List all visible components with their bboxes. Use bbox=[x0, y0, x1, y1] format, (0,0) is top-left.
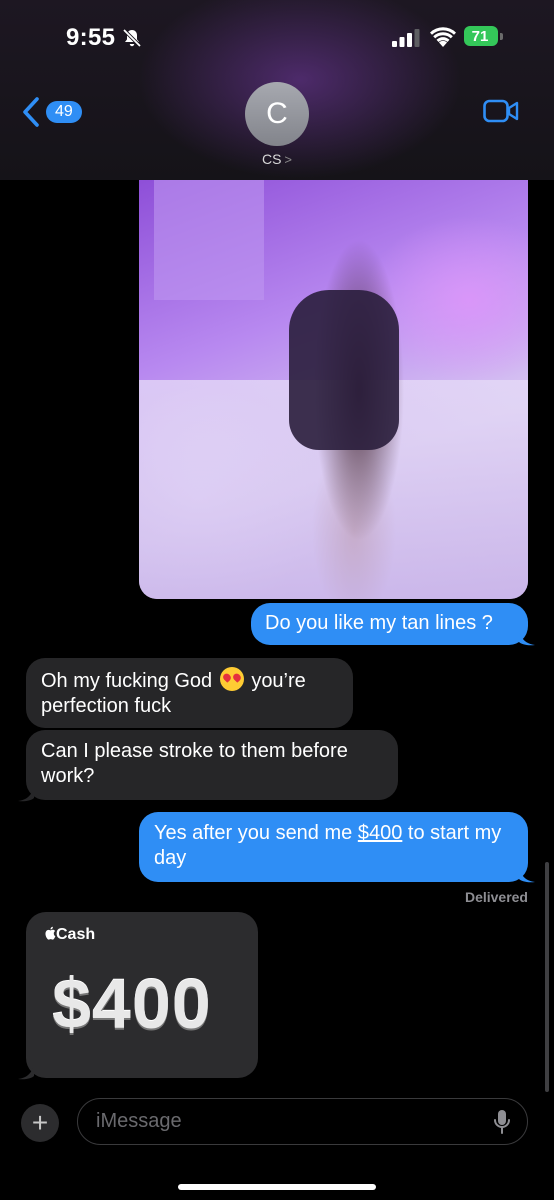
apple-logo-icon bbox=[45, 926, 56, 940]
money-amount-link[interactable]: $400 bbox=[358, 822, 403, 844]
status-bar: 9:55 71 bbox=[0, 0, 554, 70]
scrollbar[interactable] bbox=[545, 862, 549, 1092]
plus-button[interactable]: + bbox=[21, 1104, 59, 1142]
outgoing-message[interactable]: Yes after you send me $400 to start my d… bbox=[139, 812, 528, 882]
chevron-right-icon: > bbox=[284, 152, 293, 167]
bell-slash-icon bbox=[122, 28, 142, 48]
message-input[interactable]: iMessage bbox=[77, 1098, 528, 1145]
contact-name: CS bbox=[261, 151, 282, 167]
contact-name-button[interactable]: CS > bbox=[0, 151, 554, 167]
battery-nub bbox=[500, 33, 503, 40]
message-text: Yes after you send me bbox=[154, 822, 358, 844]
plus-icon: + bbox=[31, 1107, 49, 1138]
cash-amount: $400 bbox=[52, 965, 212, 1043]
cash-label-text: Cash bbox=[56, 926, 96, 943]
message-text: Oh my fucking God bbox=[41, 670, 213, 692]
battery-level: 71 bbox=[464, 26, 498, 46]
incoming-message[interactable]: Can I please stroke to them before work? bbox=[26, 730, 398, 800]
apple-cash-label: Cash bbox=[44, 926, 95, 944]
photo-outfit-region bbox=[289, 290, 399, 450]
photo-door-region bbox=[154, 180, 264, 300]
message-input-placeholder: iMessage bbox=[96, 1110, 182, 1132]
message-text: Can I please stroke to them before work? bbox=[41, 740, 348, 787]
battery-indicator: 71 bbox=[464, 26, 504, 48]
cellular-signal-icon bbox=[392, 29, 420, 47]
wifi-icon bbox=[430, 27, 456, 47]
bubble-tail bbox=[519, 630, 535, 646]
unread-count-badge: 49 bbox=[46, 101, 82, 123]
contact-avatar[interactable]: C bbox=[245, 82, 309, 146]
home-indicator[interactable] bbox=[178, 1184, 376, 1190]
back-button[interactable]: 49 bbox=[20, 96, 82, 128]
bubble-tail bbox=[18, 786, 34, 802]
photo-message[interactable] bbox=[139, 180, 528, 599]
status-time: 9:55 bbox=[66, 24, 116, 51]
heart-eyes-emoji bbox=[219, 667, 244, 691]
bubble-tail bbox=[18, 1064, 34, 1080]
chevron-left-icon bbox=[23, 97, 39, 127]
incoming-message[interactable]: Oh my fucking God you’re perfection fuck bbox=[26, 658, 353, 728]
outgoing-message[interactable]: Do you like my tan lines ? bbox=[251, 603, 528, 645]
bubble-tail bbox=[519, 867, 535, 883]
microphone-icon[interactable] bbox=[493, 1109, 511, 1135]
apple-cash-card[interactable]: Cash $400 bbox=[26, 912, 258, 1078]
delivery-status: Delivered bbox=[464, 889, 528, 905]
facetime-video-icon[interactable] bbox=[483, 98, 519, 124]
message-text: Do you like my tan lines ? bbox=[265, 612, 493, 634]
